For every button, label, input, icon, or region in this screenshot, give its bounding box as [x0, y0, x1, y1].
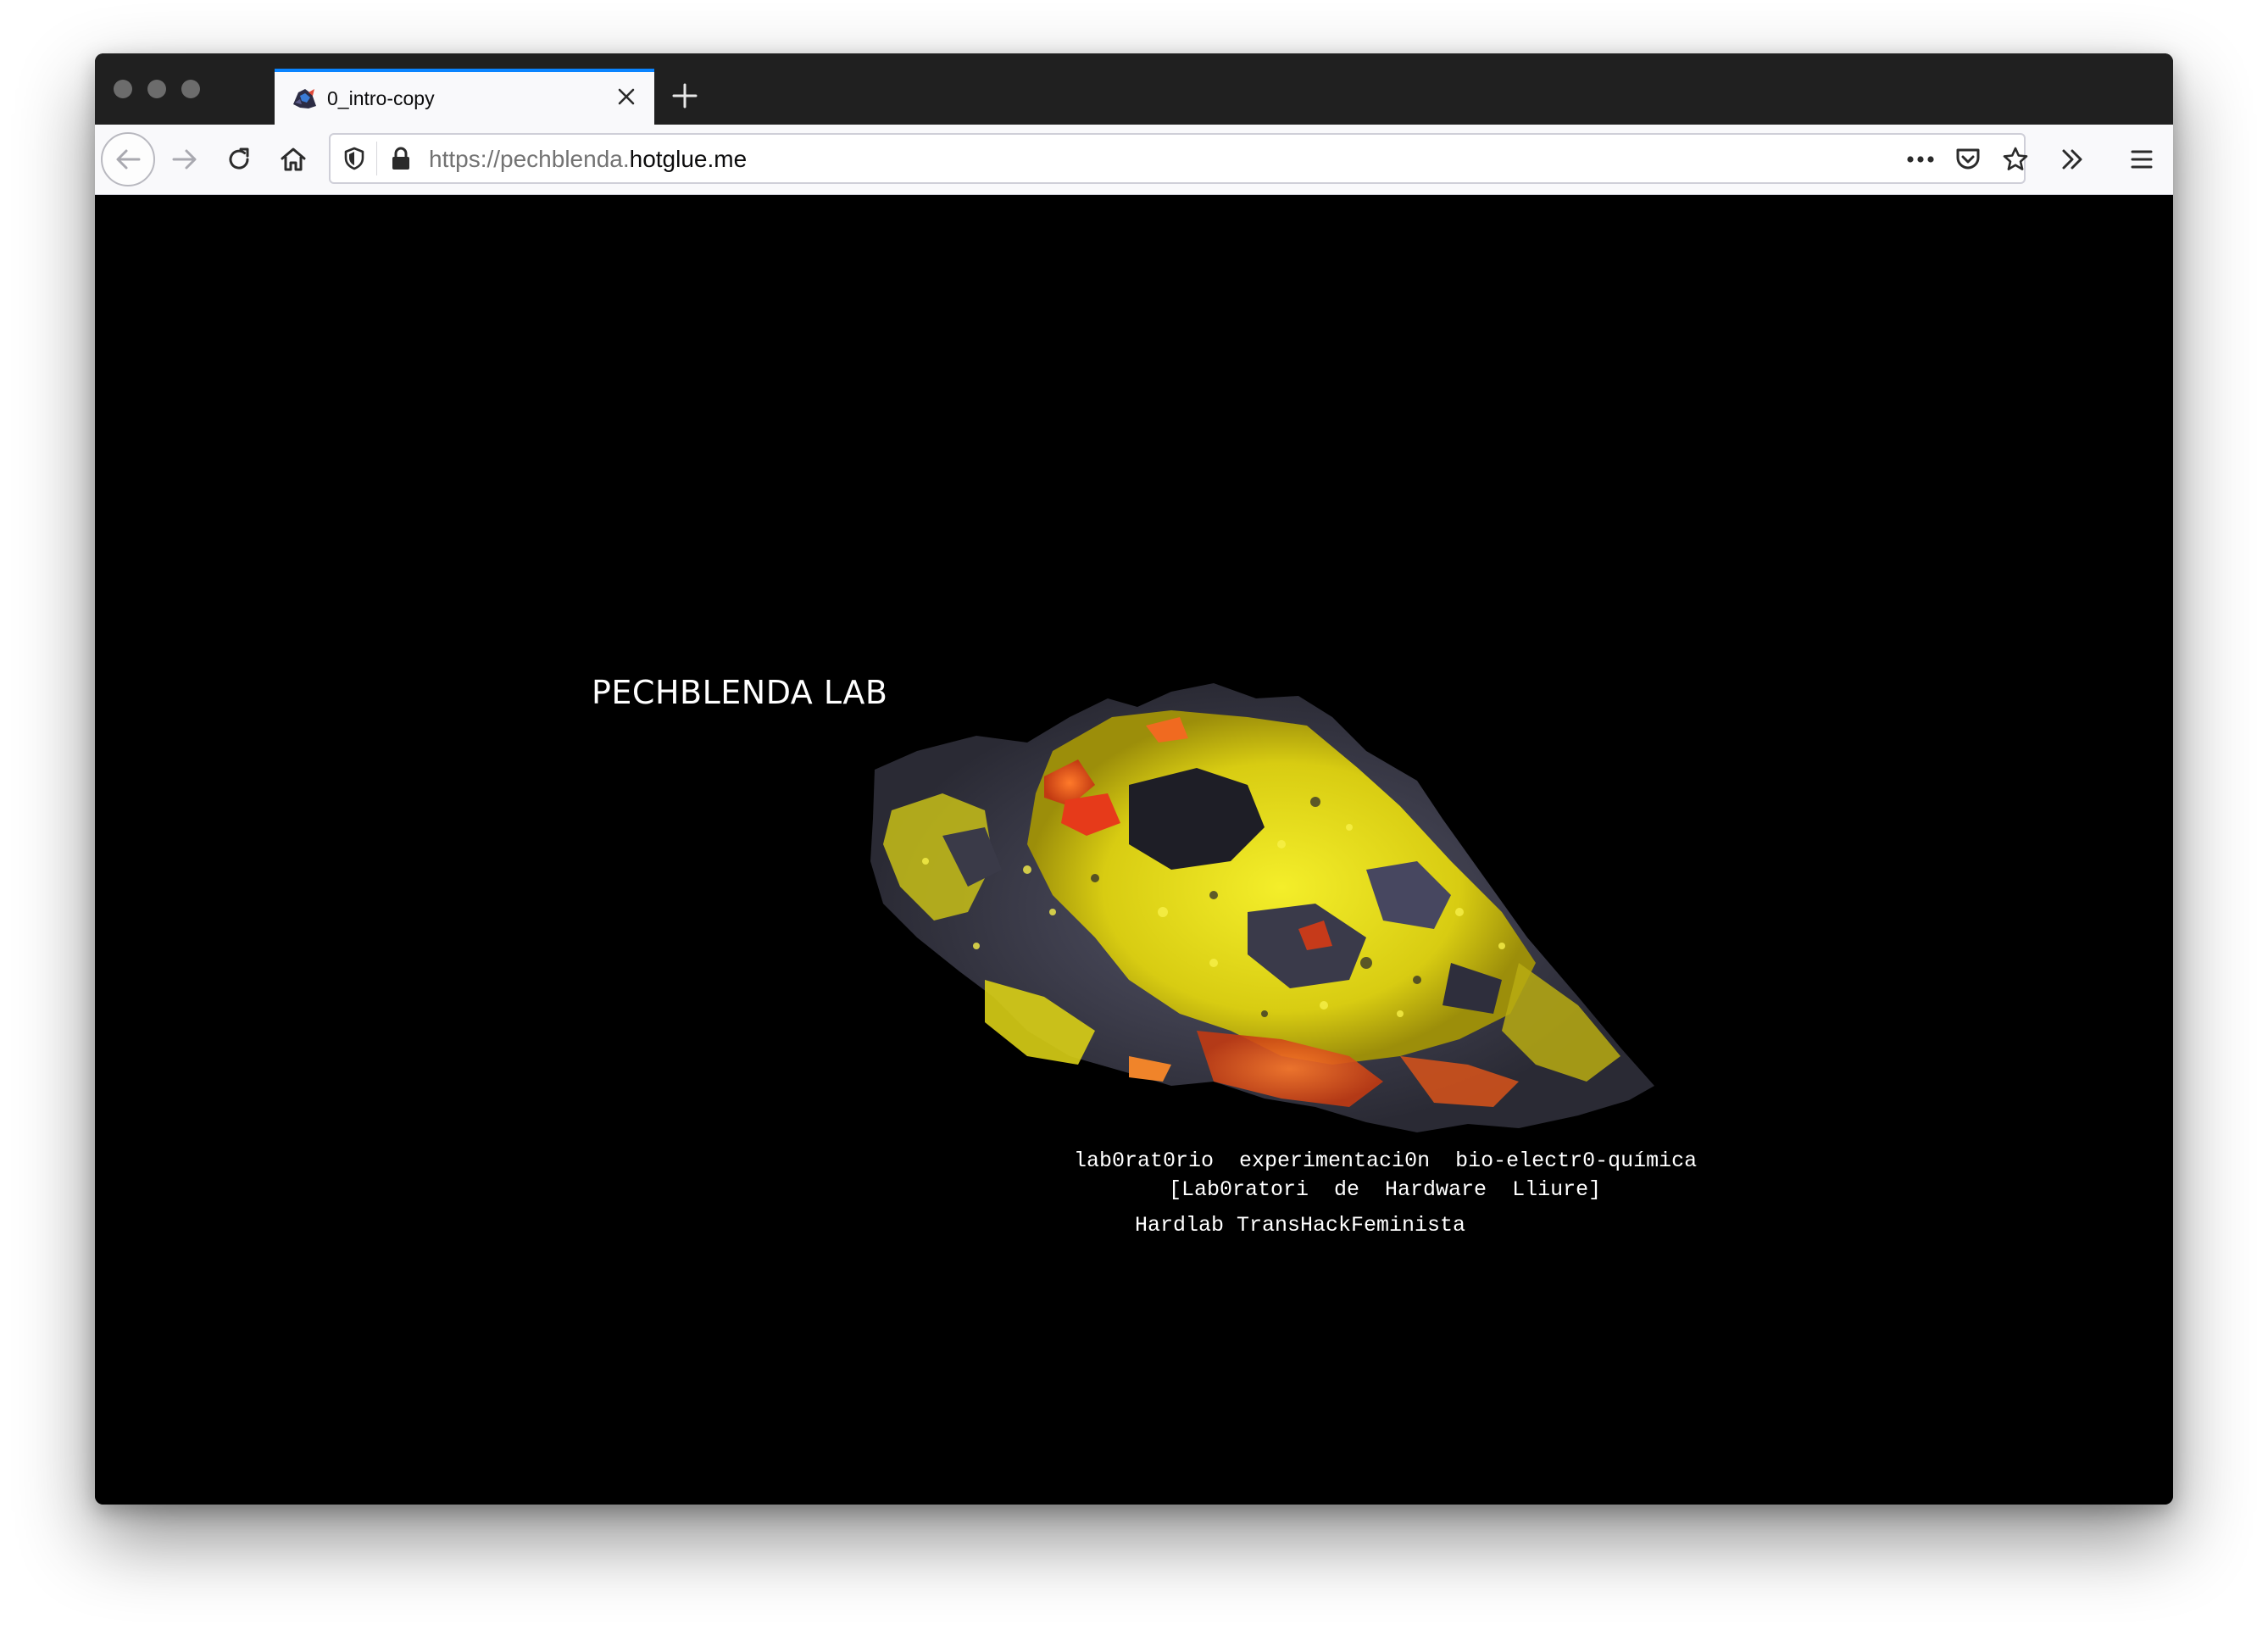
page-content: PECHBLENDA LAB lab0rat0rio experimentaci… — [95, 196, 2173, 1505]
forward-button[interactable] — [158, 133, 211, 186]
menu-button[interactable] — [2115, 133, 2168, 186]
tagline-line-2: [Lab0ratori de Hardware Lliure] — [1169, 1177, 1602, 1202]
back-button[interactable] — [101, 132, 155, 186]
address-bar[interactable]: https://pechblenda.hotglue.me — [329, 133, 2028, 184]
window-zoom-dot[interactable] — [181, 80, 200, 98]
tab-strip: 0_intro-copy — [95, 53, 2173, 125]
tab-title: 0_intro-copy — [327, 87, 435, 109]
arrow-left-icon — [116, 149, 141, 170]
navigation-toolbar: https://pechblenda.hotglue.me — [95, 125, 2173, 195]
plus-icon[interactable] — [668, 79, 702, 113]
overflow-button[interactable] — [2046, 133, 2098, 186]
tagline-line-1: lab0rat0rio experimentaci0n bio-electr0-… — [1074, 1149, 1698, 1173]
home-icon — [281, 147, 306, 171]
url-prefix: https://pechblenda. — [429, 146, 630, 172]
mineral-favicon-icon — [290, 86, 319, 111]
reload-button[interactable] — [213, 133, 265, 186]
url-host: hotglue.me — [629, 146, 748, 172]
double-chevron-right-icon — [2062, 149, 2082, 170]
mineral-image — [870, 683, 1654, 1132]
tagline-line-3: Hardlab TransHackFeminista — [1135, 1213, 1466, 1238]
browser-window: 0_intro-copy https://pechblenda.hotglue.… — [95, 53, 2173, 1505]
lock-icon[interactable] — [388, 145, 414, 172]
url-text[interactable]: https://pechblenda.hotglue.me — [429, 146, 747, 173]
tracking-shield-icon[interactable] — [339, 143, 370, 174]
pocket-icon[interactable] — [1949, 142, 1987, 177]
tab-active[interactable]: 0_intro-copy — [275, 69, 654, 125]
hamburger-menu-icon — [2131, 150, 2153, 169]
url-separator — [376, 142, 377, 175]
star-icon[interactable] — [1997, 142, 2034, 177]
arrow-right-icon — [172, 149, 197, 170]
window-minimize-dot[interactable] — [147, 80, 166, 98]
window-close-dot[interactable] — [114, 80, 132, 98]
reload-icon — [229, 147, 249, 170]
home-button[interactable] — [267, 133, 320, 186]
more-dots-icon[interactable] — [1902, 142, 1939, 177]
close-icon[interactable] — [614, 84, 639, 109]
